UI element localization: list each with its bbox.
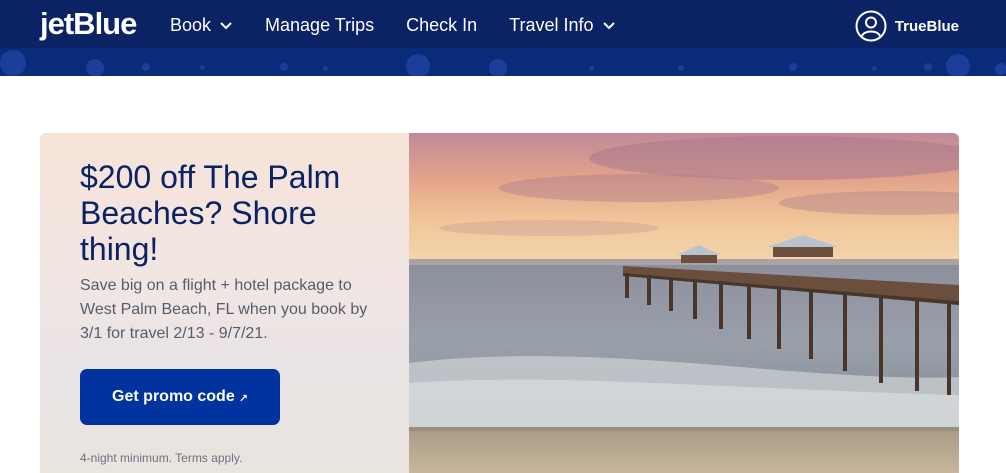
header-decorative-band: [0, 48, 1006, 76]
promo-text-panel: $200 off The Palm Beaches? Shore thing! …: [40, 133, 409, 473]
trueblue-account-button[interactable]: TrueBlue: [855, 10, 959, 42]
promo-card: $200 off The Palm Beaches? Shore thing! …: [40, 133, 959, 473]
nav-travel-info[interactable]: Travel Info: [509, 14, 615, 36]
jetblue-logo[interactable]: jetBlue: [40, 6, 137, 42]
beach-pier-sunset-photo: [409, 133, 959, 473]
get-promo-code-button[interactable]: Get promo code ↗: [80, 369, 280, 425]
trueblue-label: TrueBlue: [894, 17, 959, 35]
nav-book-label: Book: [170, 14, 212, 35]
chevron-down-icon: [220, 22, 232, 30]
nav-manage-trips[interactable]: Manage Trips: [265, 14, 374, 36]
promo-fine-print: 4-night minimum. Terms apply.: [80, 451, 243, 465]
promo-description: Save big on a flight + hotel package to …: [80, 277, 368, 342]
external-link-icon: ↗: [238, 393, 248, 405]
nav-travel-info-label: Travel Info: [509, 14, 594, 35]
nav-check-in[interactable]: Check In: [406, 14, 477, 36]
site-header: jetBlue Book Manage Trips Check In Trave…: [0, 0, 1006, 76]
nav-manage-trips-label: Manage Trips: [265, 14, 375, 35]
chevron-down-icon: [602, 22, 615, 30]
promo-headline: $200 off The Palm Beaches? Shore thing!: [80, 159, 341, 267]
nav-check-in-label: Check In: [406, 14, 478, 35]
main-nav: Book Manage Trips Check In Travel Info: [170, 14, 648, 36]
nav-book[interactable]: Book: [170, 14, 233, 36]
user-circle-icon: [855, 10, 887, 42]
get-promo-code-label: Get promo code: [112, 388, 235, 405]
